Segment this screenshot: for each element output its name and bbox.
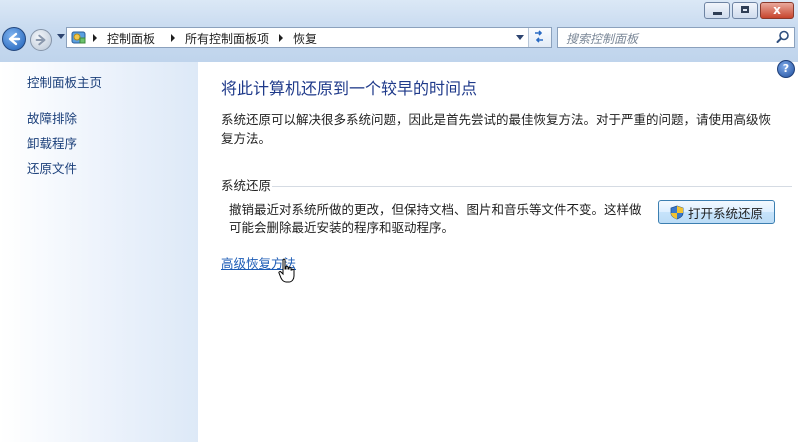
breadcrumb-recovery[interactable]: 恢复 <box>293 30 317 47</box>
system-restore-description: 撤销最近对系统所做的更改，但保持文档、图片和音乐等文件不变。这样做可能会删除最近… <box>229 202 642 235</box>
search-box[interactable]: 搜索控制面板 <box>557 27 795 48</box>
page-title: 将此计算机还原到一个较早的时间点 <box>221 79 478 98</box>
back-button[interactable] <box>2 27 26 51</box>
forward-button[interactable] <box>30 29 52 51</box>
minimize-icon <box>713 12 722 15</box>
sidebar: 控制面板主页 故障排除 卸载程序 还原文件 <box>0 62 198 442</box>
close-icon: x <box>773 3 781 17</box>
search-input[interactable]: 搜索控制面板 <box>566 30 638 47</box>
maximize-icon <box>741 6 749 13</box>
minimize-button[interactable] <box>704 2 730 19</box>
sidebar-item-restore-files[interactable]: 还原文件 <box>27 158 77 177</box>
breadcrumb-control-panel[interactable]: 控制面板 <box>107 30 155 47</box>
forward-arrow-icon <box>35 34 46 46</box>
address-bar[interactable]: 控制面板 所有控制面板项 恢复 <box>66 27 552 48</box>
close-button[interactable]: x <box>760 2 794 19</box>
address-history-dropdown-icon[interactable] <box>516 35 524 40</box>
page-description: 系统还原可以解决很多系统问题，因此是首先尝试的最佳恢复方法。对于严重的问题，请使… <box>221 112 772 146</box>
refresh-button[interactable] <box>528 28 551 47</box>
breadcrumb-separator-icon[interactable] <box>93 34 97 42</box>
sidebar-item-uninstall-program[interactable]: 卸载程序 <box>27 133 77 152</box>
system-restore-group-label: 系统还原 <box>221 178 272 193</box>
window-controls: x <box>704 2 794 19</box>
window-chrome: x 控制面板 所有控制面板项 恢复 搜索控制面板 <box>0 0 798 62</box>
control-panel-icon <box>71 31 86 44</box>
open-system-restore-button[interactable]: 打开系统还原 <box>658 200 775 224</box>
refresh-icon <box>535 30 543 43</box>
breadcrumb-separator-icon[interactable] <box>279 34 283 42</box>
hand-cursor-icon <box>278 258 295 283</box>
search-icon[interactable] <box>776 30 790 44</box>
breadcrumb-separator-icon[interactable] <box>171 34 175 42</box>
main-content: ? 将此计算机还原到一个较早的时间点 系统还原可以解决很多系统问题，因此是首先尝… <box>198 60 798 442</box>
group-divider <box>272 186 792 187</box>
breadcrumb-all-items[interactable]: 所有控制面板项 <box>185 30 269 47</box>
recent-pages-dropdown[interactable] <box>57 34 65 39</box>
help-icon[interactable]: ? <box>777 60 795 78</box>
sidebar-item-troubleshooting[interactable]: 故障排除 <box>27 108 77 127</box>
open-system-restore-label: 打开系统还原 <box>687 205 763 221</box>
back-arrow-icon <box>8 32 21 46</box>
maximize-button[interactable] <box>732 2 758 19</box>
uac-shield-icon <box>670 205 684 219</box>
sidebar-item-control-panel-home[interactable]: 控制面板主页 <box>27 72 102 91</box>
